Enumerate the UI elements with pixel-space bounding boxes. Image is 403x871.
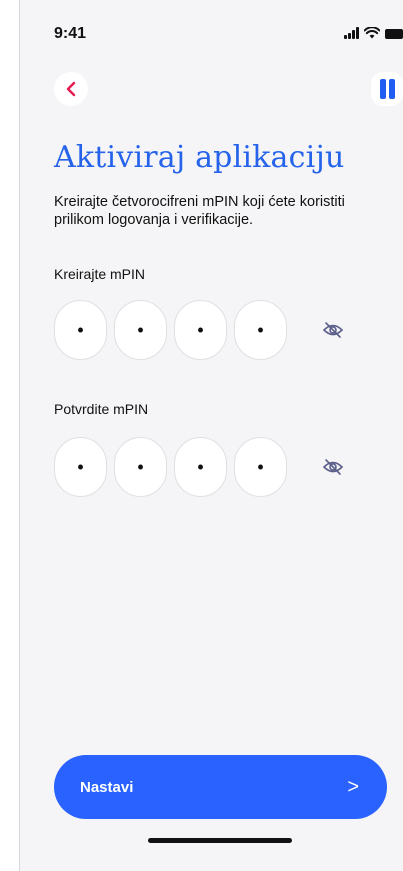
pin-dot: • (257, 320, 264, 340)
status-time: 9:41 (54, 25, 87, 42)
status-icons (344, 27, 403, 39)
create-pin-digit-2[interactable]: • (114, 300, 167, 360)
confirm-pin-fields: • • • • (54, 437, 287, 497)
create-pin-digit-4[interactable]: • (234, 300, 287, 360)
create-pin-label: Kreirajte mPIN (54, 266, 146, 282)
create-pin-fields: • • • • (54, 300, 287, 360)
confirm-pin-digit-3[interactable]: • (174, 437, 227, 497)
confirm-pin-label: Potvrdite mPIN (54, 401, 149, 417)
pin-dot: • (77, 320, 84, 340)
pin-dot: • (197, 320, 204, 340)
pin-dot: • (137, 457, 144, 477)
battery-icon (385, 29, 403, 39)
chevron-left-icon (66, 81, 76, 97)
wifi-icon (364, 27, 380, 39)
create-pin-digit-3[interactable]: • (174, 300, 227, 360)
phone-screen: 9:41 Aktiviraj aplikaciju Kreirajte četv… (19, 0, 403, 871)
pin-dot: • (197, 457, 204, 477)
create-pin-digit-1[interactable]: • (54, 300, 107, 360)
signal-icon (344, 27, 359, 39)
eye-off-icon[interactable] (322, 457, 344, 477)
chevron-right-icon: > (347, 775, 359, 798)
pin-dot: • (137, 320, 144, 340)
page-title: Aktiviraj aplikaciju (54, 140, 345, 175)
confirm-pin-digit-2[interactable]: • (114, 437, 167, 497)
confirm-pin-digit-4[interactable]: • (234, 437, 287, 497)
page-subtitle: Kreirajte četvorocifreni mPIN koji ćete … (54, 194, 345, 228)
back-button[interactable] (54, 72, 88, 106)
home-indicator (148, 838, 292, 843)
next-button-label: Nastavi (80, 778, 134, 796)
pin-dot: • (257, 457, 264, 477)
confirm-pin-digit-1[interactable]: • (54, 437, 107, 497)
pause-menu-icon (379, 79, 395, 99)
menu-button[interactable] (371, 72, 403, 106)
eye-off-icon[interactable] (322, 320, 344, 340)
next-button[interactable]: Nastavi > (54, 755, 387, 819)
pin-dot: • (77, 457, 84, 477)
